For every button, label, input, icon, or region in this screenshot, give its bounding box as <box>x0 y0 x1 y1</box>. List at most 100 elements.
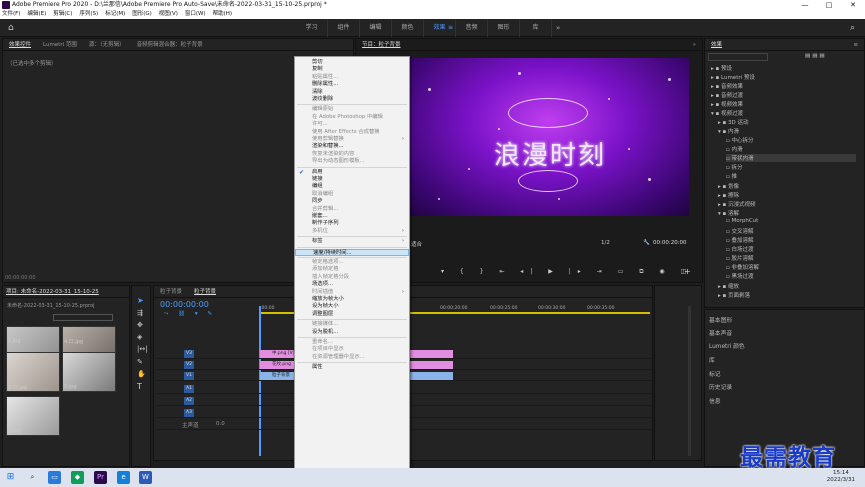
context-menu-item[interactable]: 制作子序列 <box>295 220 409 227</box>
search-icon[interactable]: ⌕ <box>850 23 855 33</box>
fx-item-cross-dissolve[interactable]: ▫ 交叉溶解 <box>726 227 754 235</box>
context-menu-item[interactable]: 缩放为帧大小 <box>295 296 409 303</box>
context-menu-item[interactable]: 重命名... <box>295 339 409 346</box>
playhead[interactable] <box>259 306 261 456</box>
workspace-tab-color[interactable]: 颜色 <box>392 19 424 37</box>
wrench-icon[interactable]: 🔧 <box>643 240 650 246</box>
premiere-taskbar-icon[interactable]: Pr <box>94 471 107 484</box>
fx-folder-dissolve[interactable]: ▾ ▪ 溶解 <box>718 209 739 217</box>
context-menu-item[interactable]: 在资源管理器中显示... <box>295 354 409 361</box>
word-icon[interactable]: W <box>139 471 152 484</box>
track-label-v2[interactable]: V2 <box>184 361 194 369</box>
home-icon[interactable]: ⌂ <box>8 24 17 33</box>
fx-folder-audio-effects[interactable]: ▸ ▪ 音频效果 <box>711 82 743 90</box>
context-menu-item[interactable]: 时间插值 › <box>295 289 409 296</box>
workspace-tab-editing[interactable]: 编辑 <box>360 19 392 37</box>
selection-tool-icon[interactable]: ➤ <box>137 296 144 305</box>
menu-file[interactable]: 文件(F) <box>2 10 20 19</box>
edge-icon[interactable]: e <box>117 471 130 484</box>
maximize-button[interactable]: □ <box>817 0 841 10</box>
timeline-tab-1[interactable]: 粒子背景 <box>154 286 188 297</box>
context-menu-item[interactable]: 添加帧定格 <box>295 266 409 273</box>
fx-item-split[interactable]: ▫ 拆分 <box>726 163 743 171</box>
fx-folder-presets[interactable]: ▸ ▪ 预设 <box>711 64 732 72</box>
fx-folder-immersive[interactable]: ▸ ▪ 沉浸式视频 <box>718 200 756 208</box>
tab-audio-clip-mixer[interactable]: 音频剪辑混合器：粒子背景 <box>131 39 209 50</box>
fx-folder-wipe[interactable]: ▸ ▪ 擦除 <box>718 191 739 199</box>
transport-controls[interactable]: ▾ { } ⇤ ◂| ▶ |▸ ⇥ ▭ ⧉ ◉ ◫ <box>441 268 693 276</box>
context-menu-item[interactable]: 设为帧大小 <box>295 303 409 310</box>
fx-folder-page-peel[interactable]: ▸ ▪ 页面剥落 <box>718 291 750 299</box>
panel-info[interactable]: 信息 <box>709 396 721 405</box>
panel-essential-graphics[interactable]: 基本图形 <box>709 315 732 324</box>
menu-edit[interactable]: 编辑(E) <box>27 10 46 19</box>
workspace-more-button[interactable]: » <box>556 19 560 37</box>
fx-item-dip-to-black[interactable]: ▫ 黑场过渡 <box>726 272 754 280</box>
menu-marker[interactable]: 标记(M) <box>105 10 125 19</box>
panel-essential-sound[interactable]: 基本声音 <box>709 328 732 337</box>
close-button[interactable]: ✕ <box>841 0 865 10</box>
context-menu-item[interactable]: 使用剪辑替换 › <box>295 136 409 143</box>
fx-item-dip-to-white[interactable]: ▫ 白场过渡 <box>726 245 754 253</box>
workspace-tab-audio[interactable]: 音频 <box>456 19 488 37</box>
track-label-a1[interactable]: A1 <box>184 385 194 393</box>
fx-item-non-additive-dissolve[interactable]: ▫ 非叠加溶解 <box>726 263 759 271</box>
context-menu-item[interactable]: 清除 <box>295 89 409 96</box>
context-menu-item[interactable]: 使用 After Effects 合成替换 <box>295 129 409 136</box>
context-menu-item[interactable]: 插入帧定格分段 <box>295 274 409 281</box>
pen-tool-icon[interactable]: ✎ <box>137 358 143 366</box>
search-icon[interactable]: ⌕ <box>26 471 39 484</box>
fx-folder-audio-transitions[interactable]: ▸ ▪ 音频过渡 <box>711 91 743 99</box>
tab-program-monitor[interactable]: 节目：粒子背景 <box>356 39 407 50</box>
context-menu-item[interactable]: 链接媒体... <box>295 321 409 328</box>
timeline-tool-icons[interactable]: ⤳ ⛓ ▾ ✎ <box>164 311 216 318</box>
panel-markers[interactable]: 标记 <box>709 369 721 378</box>
minimize-button[interactable]: — <box>793 0 817 10</box>
context-menu-item[interactable]: 链接 <box>295 176 409 183</box>
app-icon-green[interactable]: ◆ <box>71 471 84 484</box>
menu-graphics[interactable]: 图形(G) <box>132 10 152 19</box>
context-menu-item[interactable]: 设为脱机... <box>295 329 409 336</box>
context-menu-item[interactable]: 属性 <box>295 364 409 371</box>
slip-tool-icon[interactable]: |↔| <box>137 345 148 353</box>
fx-folder-slide[interactable]: ▾ ▪ 内滑 <box>718 127 739 135</box>
context-menu-item[interactable]: 恢复未渲染的内容 <box>295 151 409 158</box>
context-menu-item[interactable]: 导出为动态图形模板... <box>295 158 409 165</box>
panel-libraries[interactable]: 库 <box>709 355 715 364</box>
timeline-tab-2[interactable]: 粒子背景 <box>188 286 222 297</box>
context-menu-item[interactable]: 编组 <box>295 183 409 190</box>
context-menu-item[interactable]: 启用 ✔ <box>295 169 409 176</box>
razor-tool-icon[interactable]: ◈ <box>137 333 142 341</box>
fx-folder-iris[interactable]: ▸ ▪ 划像 <box>718 182 739 190</box>
type-tool-icon[interactable]: T <box>137 382 142 391</box>
context-menu-item[interactable]: 编辑原始 <box>295 106 409 113</box>
tab-source[interactable]: 源：（无剪辑） <box>83 39 131 50</box>
menu-view[interactable]: 视图(V) <box>159 10 178 19</box>
context-menu-item[interactable]: 调整图层 <box>295 311 409 318</box>
fx-item-morphcut[interactable]: ▫ MorphCut <box>726 218 758 224</box>
context-menu-item[interactable]: 剪切 <box>295 59 409 66</box>
workspace-tab-effects[interactable]: 效果 ≡ <box>424 19 456 37</box>
context-menu-item[interactable]: 多机位 › <box>295 228 409 235</box>
fx-folder-lumetri[interactable]: ▸ ▪ Lumetri 预设 <box>711 73 755 81</box>
context-menu-item[interactable]: 场选项... <box>295 281 409 288</box>
effects-filter-icons[interactable]: ▤▤▤ <box>805 53 827 59</box>
context-menu-item[interactable]: 速度/持续时间... <box>295 248 409 256</box>
track-label-a2[interactable]: A2 <box>184 397 194 405</box>
ripple-edit-tool-icon[interactable]: ✥ <box>137 321 143 329</box>
tab-project[interactable]: 项目: 未命名-2022-03-31_15-10-25 <box>3 286 102 297</box>
menu-help[interactable]: 帮助(H) <box>213 10 232 19</box>
fx-folder-video-transitions[interactable]: ▾ ▪ 视频过渡 <box>711 109 743 117</box>
panel-menu-icon[interactable]: » <box>687 39 702 50</box>
fx-item-band-slide[interactable]: ▫ 带状内滑 <box>726 154 856 162</box>
workspace-tab-assembly[interactable]: 组件 <box>328 19 360 37</box>
panel-lumetri-color[interactable]: Lumetri 颜色 <box>709 341 745 350</box>
project-search-input[interactable] <box>53 314 113 321</box>
master-volume[interactable]: 0.0 <box>216 421 225 427</box>
task-view-icon[interactable]: ▭ <box>48 471 61 484</box>
menu-clip[interactable]: 剪辑(C) <box>53 10 72 19</box>
start-button-icon[interactable]: ⊞ <box>4 471 17 484</box>
context-menu-item[interactable]: 在项目中显示 <box>295 346 409 353</box>
track-label-a3[interactable]: A3 <box>184 409 194 417</box>
add-button-icon[interactable]: + <box>684 267 691 276</box>
